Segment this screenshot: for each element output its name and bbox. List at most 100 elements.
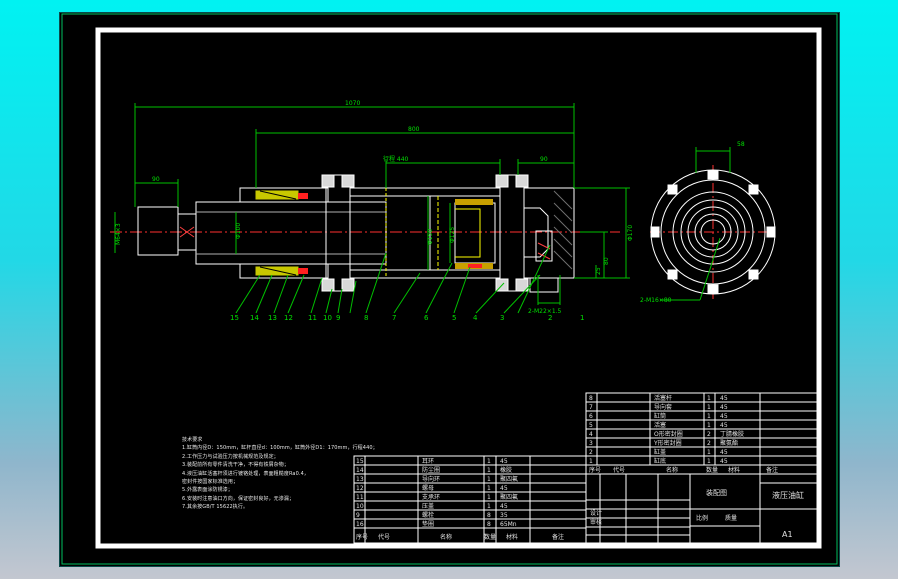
table-cell-text: 导向环 — [422, 475, 440, 483]
balloon-12: 12 — [284, 314, 293, 322]
table-cell-text: 45 — [500, 485, 508, 492]
title-mass: 质量 — [725, 514, 737, 522]
balloon-labels: 15 14 13 12 11 10 9 8 7 6 5 4 3 2 1 — [230, 314, 584, 322]
balloon-3: 3 — [500, 314, 504, 322]
piston — [429, 195, 501, 271]
table-cell-text: 导向套 — [654, 403, 672, 411]
table-cell-text: 45 — [720, 395, 728, 402]
table-cell-text: 45 — [500, 503, 508, 510]
table-cell-text: 1 — [487, 458, 491, 465]
balloon-6: 6 — [424, 314, 429, 322]
table-cell-text: 2 — [707, 431, 711, 438]
table-cell-text: 聚四氟 — [500, 475, 518, 483]
dim-rod-dia: Φ100 — [235, 223, 242, 239]
dim-cap-offset: 90 — [540, 156, 548, 163]
table-cell-text: 材料 — [728, 466, 740, 474]
notes-line: 7.其余按GB/T 15622执行。 — [182, 504, 249, 511]
table-cell-text: 45 — [720, 422, 728, 429]
dim-rod-end-offset: 90 — [152, 176, 160, 183]
drawing-sheet: 15 14 13 12 11 10 9 8 7 6 5 4 3 2 1 1070… — [60, 13, 839, 566]
table-cell-text: 65Mn — [500, 521, 517, 528]
title-drawn: 设计 — [590, 509, 602, 517]
dim-rod-thread: M64×3 — [115, 223, 122, 245]
table-cell-text: 数量 — [706, 466, 718, 474]
table-cell-text: 丁腈橡胶 — [720, 430, 744, 438]
dim-small-h: 25 — [595, 267, 602, 275]
dim-overall-length: 1070 — [345, 100, 360, 107]
table-cell-text: 3 — [589, 440, 593, 447]
table-cell-text: 耳环 — [422, 458, 434, 465]
table-cell-text: 1 — [707, 395, 711, 402]
table-cell-text: 45 — [720, 404, 728, 411]
table-cell-text: 1 — [487, 494, 491, 501]
table-cell-text: 2 — [707, 440, 711, 447]
table-cell-text: 1 — [707, 449, 711, 456]
dim-piston-dia: Φ125 — [449, 227, 456, 243]
table-cell-text: 代号 — [613, 466, 625, 474]
table-cell-text: 名称 — [440, 533, 452, 541]
table-cell-text: 45 — [500, 458, 508, 465]
dim-body-length: 800 — [408, 126, 420, 133]
table-cell-text: 7 — [589, 404, 593, 411]
balloon-11: 11 — [308, 314, 317, 322]
notes-line: 5.外露表面涂防锈漆； — [182, 487, 233, 494]
notes-line: 2.工作压力与试验压力按机械规范及规定； — [182, 453, 279, 460]
table-cell-text: 材料 — [506, 533, 518, 541]
end-view — [650, 147, 776, 301]
table-cell-text: 备注 — [766, 466, 778, 474]
table-cell-text: 防尘圈 — [422, 466, 440, 474]
dim-port-pitch: 58 — [737, 141, 745, 148]
table-cell-text: 聚氨酯 — [720, 439, 738, 447]
dim-tube-od: Φ170 — [627, 225, 634, 241]
balloon-13: 13 — [268, 314, 277, 322]
rear-flange — [495, 174, 529, 292]
front-flange — [321, 174, 355, 292]
table-cell-text: 代号 — [378, 533, 390, 541]
table-cell-text: 1 — [707, 422, 711, 429]
sheet-outer-border — [61, 13, 838, 565]
title-sheet-size: A1 — [782, 530, 793, 539]
balloon-15: 15 — [230, 314, 239, 322]
section-view — [110, 103, 630, 314]
dim-stroke: 行程 440 — [383, 155, 409, 163]
cap-hatch — [553, 190, 573, 270]
balloon-2: 2 — [548, 314, 552, 322]
technical-notes: 技术要求 1.缸筒内径D：150mm，缸杆直径d：100mm，缸筒外径D1：17… — [182, 436, 397, 512]
table-cell-text: 4 — [589, 431, 593, 438]
parts-list-upper — [585, 392, 820, 466]
table-cell-text: 16 — [356, 521, 364, 528]
table-cell-text: 缸筒 — [654, 412, 666, 420]
table-cell-text: 1 — [707, 404, 711, 411]
balloon-5: 5 — [452, 314, 456, 322]
table-cell-text: 1 — [589, 458, 593, 465]
piston-rod — [195, 201, 387, 265]
table-cell-text: 6 — [589, 413, 593, 420]
table-cell-text: 垫圈 — [422, 520, 434, 528]
balloon-1: 1 — [580, 314, 584, 322]
title-block-text: 序号 代号 名称 数量 材料 备注 装配图 液压油缸 比例 质量 设计 审核 A… — [589, 466, 804, 539]
table-cell-text: 1 — [707, 458, 711, 465]
table-cell-text: 活塞杆 — [654, 394, 672, 402]
table-cell-text: 8 — [487, 521, 491, 528]
title-checked: 审核 — [590, 518, 602, 526]
table-cell-text: 5 — [589, 422, 593, 429]
table-cell-text: 缸底 — [654, 457, 666, 465]
notes-line: 6.安装时注意油口方向，保证密封良好，无渗漏； — [182, 495, 295, 502]
table-cell-text: 1 — [487, 503, 491, 510]
table-cell-text: 名称 — [666, 466, 678, 474]
table-cell-text: 35 — [500, 512, 508, 519]
table-cell-text: 9 — [356, 512, 360, 519]
notes-line: 4.液压油缸活塞杆须进行镀铬处理，表面粗糙度Ra0.4， — [182, 470, 309, 477]
balloon-10: 10 — [323, 314, 332, 322]
table-cell-text: 缸盖 — [654, 448, 666, 456]
dim-port-label: 2-M22×1.5 — [528, 308, 562, 315]
table-cell-text: 2 — [589, 449, 593, 456]
notes-line: 1.缸筒内径D：150mm，缸杆直径d：100mm，缸筒外径D1：170mm，行… — [182, 445, 378, 452]
rod-gland — [239, 187, 329, 279]
table-cell-text: 备注 — [552, 533, 564, 541]
cad-drawing: 15 14 13 12 11 10 9 8 7 6 5 4 3 2 1 1070… — [61, 13, 838, 565]
table-cell-text: 1 — [487, 485, 491, 492]
balloon-4: 4 — [473, 314, 478, 322]
dim-mid-h: 80 — [603, 257, 610, 265]
notes-line: 密封件按国家标准选用； — [182, 479, 239, 486]
